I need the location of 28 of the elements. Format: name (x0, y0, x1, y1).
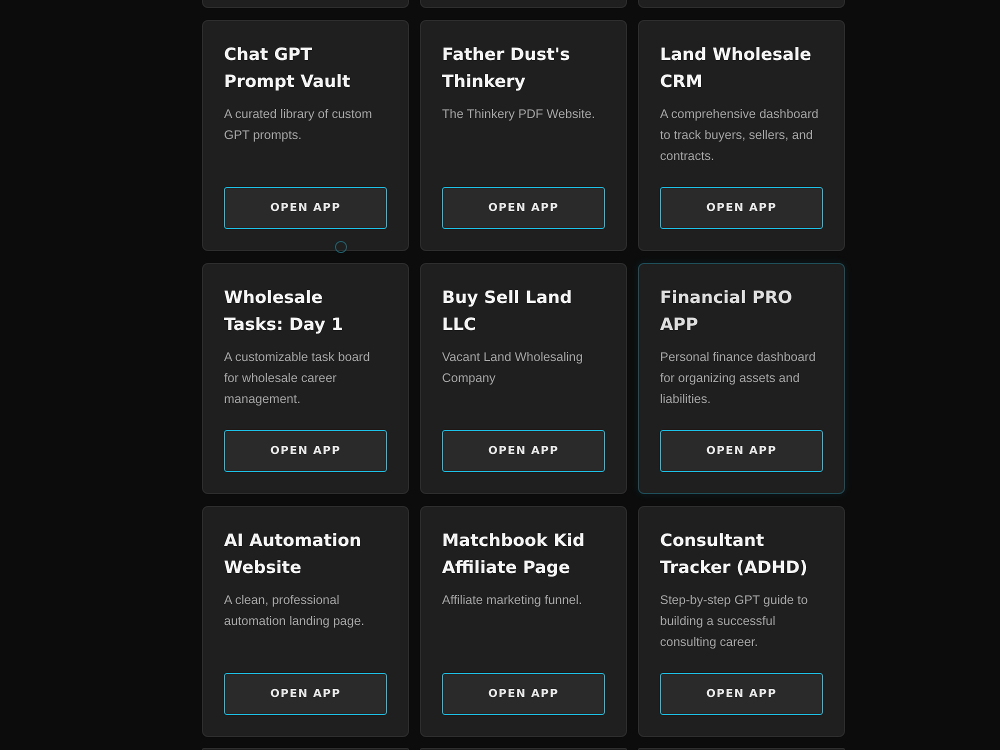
card-description: Step-by-step GPT guide to building a successful consulting career. (660, 592, 809, 651)
card-title: Wholesale Tasks: Day 1 (224, 287, 344, 337)
open-app-button[interactable]: OPEN APP (224, 673, 387, 715)
card-title: Financial PRO APP (660, 287, 794, 337)
card-description: A curated library of custom GPT prompts. (224, 106, 373, 144)
card-description: Affiliate marketing funnel. (442, 592, 584, 609)
card-title: Consultant Tracker (ADHD) (660, 530, 808, 580)
card-description: Vacant Land Wholesaling Company (442, 349, 584, 387)
cursor-ring-icon (335, 241, 347, 253)
open-app-button[interactable]: OPEN APP (442, 187, 605, 229)
card-description: A clean, professional automation landing page. (224, 592, 366, 630)
open-app-button[interactable]: OPEN APP (660, 673, 823, 715)
card-title: Father Dust's Thinkery (442, 44, 571, 94)
card-description: A customizable task board for wholesale career management. (224, 349, 371, 408)
card-description: The Thinkery PDF Website. (442, 106, 596, 123)
card-title: Chat GPT Prompt Vault (224, 44, 352, 94)
open-app-button[interactable]: OPEN APP (660, 187, 823, 229)
open-app-button[interactable]: OPEN APP (224, 187, 387, 229)
card-description: A comprehensive dashboard to track buyers, sellers, and contracts. (660, 106, 820, 165)
open-app-button[interactable]: OPEN APP (442, 673, 605, 715)
card-title: Buy Sell Land LLC (442, 287, 573, 337)
open-app-button[interactable]: OPEN APP (442, 430, 605, 472)
card-title: Land Wholesale CRM (660, 44, 812, 94)
card-title: AI Automation Website (224, 530, 362, 580)
open-app-button[interactable]: OPEN APP (660, 430, 823, 472)
card-title: Matchbook Kid Affiliate Page (442, 530, 586, 580)
open-app-button[interactable]: OPEN APP (224, 430, 387, 472)
card-description: Personal finance dashboard for organizing assets and liabilities. (660, 349, 817, 408)
